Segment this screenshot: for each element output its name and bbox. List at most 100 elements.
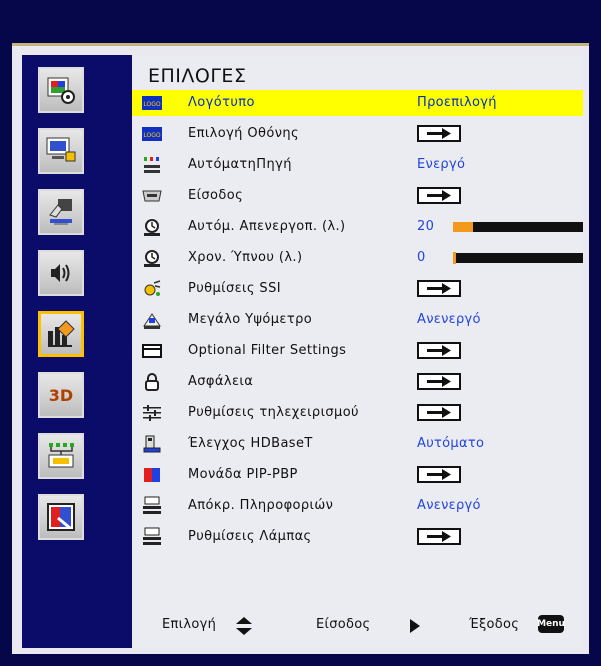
high-altitude-icon bbox=[143, 313, 161, 329]
logo-icon: LOGO bbox=[142, 96, 162, 110]
menu-item-value: 20 bbox=[417, 219, 435, 234]
menu-item-optional-filter[interactable]: Optional Filter Settings bbox=[132, 338, 583, 364]
exit-hint-label: Έξοδος bbox=[469, 617, 520, 632]
volume-icon bbox=[51, 264, 70, 282]
sidebar-item-lan[interactable] bbox=[38, 433, 84, 479]
enter-arrow-button[interactable] bbox=[417, 187, 461, 204]
footer-hints: Επιλογή Είσοδος Έξοδος Menu bbox=[132, 613, 583, 639]
menu-item-label: Επιλογή Οθόνης bbox=[188, 126, 300, 141]
menu-item-label: Optional Filter Settings bbox=[188, 343, 347, 358]
sidebar-item-3d[interactable]: 3D bbox=[38, 372, 84, 418]
hdbaset-icon bbox=[143, 435, 161, 453]
menu-item-remote-settings[interactable]: Ρυθμίσεις τηλεχειρισμού bbox=[132, 400, 583, 426]
arrow-right-icon bbox=[427, 376, 451, 387]
menu-item-label: Αυτόμ. Απενεργοπ. (λ.) bbox=[188, 219, 346, 234]
svg-text:LOGO: LOGO bbox=[143, 101, 161, 108]
enter-arrow-button[interactable] bbox=[417, 342, 461, 359]
menu-item-high-altitude[interactable]: Μεγάλο Υψόμετρο Ανενεργό bbox=[132, 307, 583, 333]
sidebar-item-lamp[interactable] bbox=[38, 494, 84, 540]
arrow-right-icon bbox=[427, 345, 451, 356]
screen-settings-icon bbox=[46, 137, 76, 162]
menu-item-ssi-settings[interactable]: Ρυθμίσεις SSI bbox=[132, 276, 583, 302]
menu-item-label: Λογότυπο bbox=[188, 95, 255, 110]
menu-item-security[interactable]: Ασφάλεια bbox=[132, 369, 583, 395]
menu-item-value[interactable]: Προεπιλογή bbox=[417, 95, 497, 110]
auto-power-off-slider[interactable] bbox=[453, 222, 583, 232]
security-icon bbox=[145, 373, 159, 391]
logo-capture-icon: LOGO bbox=[142, 127, 162, 141]
enter-arrow-button[interactable] bbox=[417, 404, 461, 421]
menu-item-value[interactable]: Ανενεργό bbox=[417, 498, 481, 513]
menu-item-label: Μονάδα PIP-PBP bbox=[188, 467, 298, 482]
arrow-right-icon bbox=[427, 531, 451, 542]
enter-arrow-button[interactable] bbox=[417, 373, 461, 390]
menu-item-label: Ρυθμίσεις Λάμπας bbox=[188, 529, 312, 544]
enter-arrow-button[interactable] bbox=[417, 528, 461, 545]
menu-item-label: Χρον. Ύπνου (λ.) bbox=[188, 250, 303, 265]
menu-item-pip-pbp[interactable]: Μονάδα PIP-PBP bbox=[132, 462, 583, 488]
3d-icon: 3D bbox=[48, 385, 74, 405]
arrow-right-icon bbox=[427, 469, 451, 480]
enter-arrow-button[interactable] bbox=[417, 125, 461, 142]
slider-knob bbox=[453, 252, 456, 264]
arrow-right-icon bbox=[427, 128, 451, 139]
enter-arrow-button[interactable] bbox=[417, 466, 461, 483]
right-triangle-icon bbox=[410, 619, 420, 633]
sidebar-item-audio[interactable] bbox=[38, 250, 84, 296]
page-title: ΕΠΙΛΟΓΕΣ bbox=[148, 65, 247, 87]
menu-item-hdbaset[interactable]: Έλεγχος HDBaseT Αυτόματο bbox=[132, 431, 583, 457]
up-down-icon bbox=[236, 617, 252, 635]
sidebar-item-settings[interactable] bbox=[38, 189, 84, 235]
filter-icon bbox=[142, 344, 162, 358]
enter-hint-label: Είσοδος bbox=[316, 617, 371, 632]
select-hint-label: Επιλογή bbox=[162, 617, 217, 632]
osd-window: 3D ΕΠΙΛΟΓΕΣ LOGO Λογότυπο Προεπιλογή LOG… bbox=[0, 0, 601, 666]
sidebar-item-image[interactable] bbox=[38, 67, 84, 113]
arrow-right-icon bbox=[427, 190, 451, 201]
menu-item-label: Ασφάλεια bbox=[188, 374, 254, 389]
sidebar-item-options[interactable] bbox=[38, 311, 84, 357]
top-band bbox=[0, 0, 601, 42]
lamp-icon bbox=[47, 503, 75, 531]
menu-item-value[interactable]: Αυτόματο bbox=[417, 436, 484, 451]
auto-source-icon bbox=[144, 157, 160, 173]
slider-fill bbox=[453, 222, 473, 232]
arrow-right-icon bbox=[427, 407, 451, 418]
lamp-settings-icon bbox=[143, 527, 161, 545]
image-settings-icon bbox=[47, 77, 75, 104]
menu-item-label: Έλεγχος HDBaseT bbox=[188, 436, 313, 451]
menu-item-auto-source[interactable]: ΑυτόματηΠηγή Ενεργό bbox=[132, 152, 583, 178]
sleep-timer-icon bbox=[144, 250, 160, 267]
menu-item-sleep-timer[interactable]: Χρον. Ύπνου (λ.) 0 bbox=[132, 245, 583, 271]
menu-item-value[interactable]: Ανενεργό bbox=[417, 312, 481, 327]
remote-settings-icon bbox=[143, 405, 161, 421]
info-hide-icon bbox=[143, 496, 161, 514]
sidebar-item-display[interactable] bbox=[38, 128, 84, 174]
menu-item-label: ΑυτόματηΠηγή bbox=[188, 157, 292, 172]
menu-item-label: Απόκρ. Πληροφοριών bbox=[188, 498, 334, 513]
menu-item-label: Είσοδος bbox=[188, 188, 244, 203]
menu-item-value[interactable]: Ενεργό bbox=[417, 157, 465, 172]
auto-power-off-icon bbox=[144, 219, 160, 236]
menu-item-lamp-settings[interactable]: Ρυθμίσεις Λάμπας bbox=[132, 524, 583, 550]
arrow-right-icon bbox=[427, 283, 451, 294]
ssi-settings-icon bbox=[144, 280, 161, 296]
enter-arrow-button[interactable] bbox=[417, 280, 461, 297]
settings-hand-icon bbox=[49, 199, 72, 225]
menu-item-logo-capture[interactable]: LOGO Επιλογή Οθόνης bbox=[132, 121, 583, 147]
menu-item-auto-power-off[interactable]: Αυτόμ. Απενεργοπ. (λ.) 20 bbox=[132, 214, 583, 240]
options-icon bbox=[48, 320, 75, 347]
svg-text:LOGO: LOGO bbox=[143, 132, 161, 139]
menu-item-label: Μεγάλο Υψόμετρο bbox=[188, 312, 313, 327]
sleep-timer-slider[interactable] bbox=[453, 252, 583, 264]
menu-item-info-hide[interactable]: Απόκρ. Πληροφοριών Ανενεργό bbox=[132, 493, 583, 519]
options-menu: ΕΠΙΛΟΓΕΣ LOGO Λογότυπο Προεπιλογή LOGO Ε… bbox=[132, 55, 583, 648]
lan-icon bbox=[48, 443, 74, 468]
menu-key-icon: Menu bbox=[537, 615, 565, 633]
menu-item-input[interactable]: Είσοδος bbox=[132, 183, 583, 209]
pip-pbp-icon bbox=[144, 468, 160, 482]
menu-item-logo[interactable]: LOGO Λογότυπο Προεπιλογή bbox=[132, 90, 583, 116]
menu-item-label: Ρυθμίσεις τηλεχειρισμού bbox=[188, 405, 359, 420]
input-port-icon bbox=[142, 190, 162, 202]
menu-item-label: Ρυθμίσεις SSI bbox=[188, 281, 281, 296]
